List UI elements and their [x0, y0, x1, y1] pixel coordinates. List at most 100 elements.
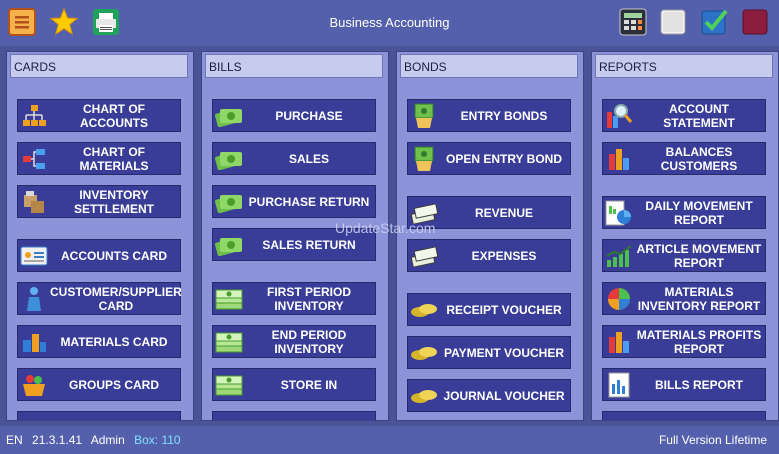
end-period-inventory-button[interactable]: END PERIOD INVENTORY — [212, 325, 376, 358]
watermark: UpdateStar.com — [335, 220, 436, 236]
document-chart-icon — [603, 368, 635, 401]
journal-voucher-button[interactable]: JOURNAL VOUCHER — [407, 379, 571, 412]
pie-report-icon — [603, 196, 635, 229]
main-panel: CARDS CHART OF ACCOUNTS CHART OF MATERIA… — [0, 46, 779, 426]
inventory-settlement-button[interactable]: INVENTORY SETTLEMENT — [17, 185, 181, 218]
cards-column: CARDS CHART OF ACCOUNTS CHART OF MATERIA… — [6, 51, 194, 421]
button-label: SALES RETURN — [262, 237, 356, 252]
id-card-icon — [18, 239, 50, 272]
purchase-button[interactable]: PURCHASE — [212, 99, 376, 132]
basket-icon — [18, 368, 50, 401]
accounts-card-button[interactable]: ACCOUNTS CARD — [17, 239, 181, 272]
button-label: PURCHASE RETURN — [248, 194, 370, 209]
bills-report-button[interactable]: BILLS REPORT — [602, 368, 766, 401]
checkbox-icon[interactable] — [700, 8, 728, 36]
cards-header: CARDS — [10, 54, 188, 78]
button-label: INVENTORY SETTLEMENT — [74, 187, 154, 216]
receipt-voucher-button[interactable]: RECEIPT VOUCHER — [407, 293, 571, 326]
version-label: 21.3.1.41 — [32, 433, 83, 447]
button-label: ACCOUNT STATEMENT — [663, 101, 735, 130]
daily-movement-report-button[interactable]: DAILY MOVEMENT REPORT — [602, 196, 766, 229]
button-label: GROUPS CARD — [68, 377, 159, 392]
button-label: CHART OF MATERIALS — [79, 144, 149, 173]
store-in-button[interactable]: STORE IN — [212, 368, 376, 401]
open-entry-bond-button[interactable]: OPEN ENTRY BOND — [407, 142, 571, 175]
materials-card-button[interactable]: MATERIALS CARD — [17, 325, 181, 358]
more-bills-button[interactable] — [212, 411, 376, 420]
button-label: PURCHASE — [275, 108, 343, 123]
materials-inventory-report-button[interactable]: MATERIALS INVENTORY REPORT — [602, 282, 766, 315]
button-label: MATERIALS PROFITS REPORT — [636, 327, 762, 356]
cash-stack-icon — [213, 368, 245, 401]
products-icon — [18, 325, 50, 358]
materials-profits-report-button[interactable]: MATERIALS PROFITS REPORT — [602, 325, 766, 358]
account-statement-button[interactable]: ACCOUNT STATEMENT — [602, 99, 766, 132]
money-bag-icon — [408, 99, 440, 132]
button-label: CHART OF ACCOUNTS — [80, 101, 148, 130]
button-label: OPEN ENTRY BOND — [445, 151, 562, 166]
chart-of-materials-button[interactable]: CHART OF MATERIALS — [17, 142, 181, 175]
button-label: FIRST PERIOD INVENTORY — [266, 284, 351, 313]
button-label: CUSTOMER/SUPPLIER CARD — [50, 284, 182, 313]
reports-header: REPORTS — [595, 54, 773, 78]
box-label: Box: 110 — [134, 433, 181, 447]
more-cards-button[interactable] — [17, 411, 181, 420]
coins-icon — [408, 293, 440, 326]
bills-column: BILLS PURCHASE SALES PURCHASE RETURN SAL… — [201, 51, 389, 421]
entry-bonds-button[interactable]: ENTRY BONDS — [407, 99, 571, 132]
cash-stack-icon — [213, 325, 245, 358]
exit-icon[interactable] — [741, 8, 769, 36]
money-icon — [213, 228, 245, 261]
magnifier-chart-icon — [603, 99, 635, 132]
button-label: ARTICLE MOVEMENT REPORT — [636, 241, 762, 270]
bills-icon — [408, 239, 440, 272]
button-label: JOURNAL VOUCHER — [443, 388, 565, 403]
article-movement-report-button[interactable]: ARTICLE MOVEMENT REPORT — [602, 239, 766, 272]
button-label: REVENUE — [474, 205, 533, 220]
tree-icon — [18, 142, 50, 175]
person-icon — [18, 282, 50, 315]
button-label: MATERIALS INVENTORY REPORT — [637, 284, 761, 313]
customer-supplier-card-button[interactable]: CUSTOMER/SUPPLIER CARD — [17, 282, 182, 315]
money-icon — [213, 99, 245, 132]
payment-voucher-button[interactable]: PAYMENT VOUCHER — [407, 336, 571, 369]
money-bag-icon — [408, 142, 440, 175]
calculator-icon[interactable] — [619, 8, 647, 36]
org-chart-icon — [18, 99, 50, 132]
money-icon — [213, 142, 245, 175]
button-label: BALANCES CUSTOMERS — [660, 144, 738, 173]
chart-of-accounts-button[interactable]: CHART OF ACCOUNTS — [17, 99, 181, 132]
button-label: BILLS REPORT — [654, 377, 743, 392]
bar-chart-icon — [603, 142, 635, 175]
more-reports-button[interactable] — [602, 411, 766, 420]
expenses-button[interactable]: EXPENSES — [407, 239, 571, 272]
coins-icon — [408, 336, 440, 369]
top-bar: Business Accounting — [0, 0, 779, 46]
reports-column: REPORTS ACCOUNT STATEMENT BALANCES CUSTO… — [591, 51, 779, 421]
sales-button[interactable]: SALES — [212, 142, 376, 175]
window-icon[interactable] — [659, 8, 687, 36]
money-icon — [213, 185, 245, 218]
groups-card-button[interactable]: GROUPS CARD — [17, 368, 181, 401]
button-label: MATERIALS CARD — [60, 334, 168, 349]
trend-chart-icon — [603, 239, 635, 272]
button-label: RECEIPT VOUCHER — [446, 302, 562, 317]
boxes-icon — [18, 185, 50, 218]
license-label: Full Version Lifetime — [658, 433, 767, 447]
bills-header: BILLS — [205, 54, 383, 78]
status-info: EN 21.3.1.41 Admin Box: 110 — [6, 433, 187, 447]
bar-chart-icon — [603, 325, 635, 358]
button-label: SALES — [288, 151, 329, 166]
button-label: DAILY MOVEMENT REPORT — [645, 198, 753, 227]
status-bar: EN 21.3.1.41 Admin Box: 110 Full Version… — [0, 426, 779, 454]
purchase-return-button[interactable]: PURCHASE RETURN — [212, 185, 376, 218]
pie-chart-icon — [603, 282, 635, 315]
button-label: ENTRY BONDS — [460, 108, 548, 123]
button-label: EXPENSES — [471, 248, 537, 263]
button-label: ACCOUNTS CARD — [61, 248, 167, 263]
coins-icon — [408, 379, 440, 412]
first-period-inventory-button[interactable]: FIRST PERIOD INVENTORY — [212, 282, 376, 315]
cash-stack-icon — [213, 282, 245, 315]
button-label: STORE IN — [280, 377, 338, 392]
balances-customers-button[interactable]: BALANCES CUSTOMERS — [602, 142, 766, 175]
